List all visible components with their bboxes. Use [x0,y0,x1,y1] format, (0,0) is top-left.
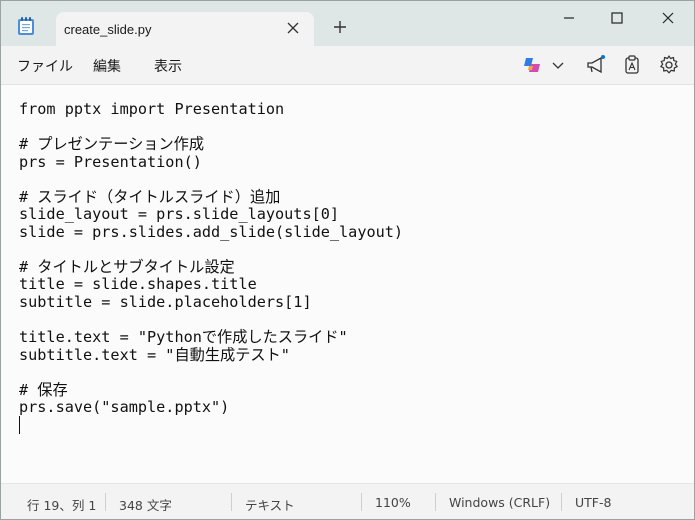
text-editor[interactable]: from pptx import Presentation # プレゼンテーショ… [1,85,694,483]
code-line: # タイトルとサブタイトル設定 [19,257,235,276]
status-divider [105,493,106,511]
code-line: # 保存 [19,380,68,399]
code-line: # プレゼンテーション作成 [19,135,205,154]
tab-title: create_slide.py [64,22,152,37]
status-divider [435,493,436,511]
code-line: subtitle.text = "自動生成テスト" [19,345,290,364]
status-divider [561,493,562,511]
code-line: title.text = "Pythonで作成したスライド" [19,328,348,347]
text-caret [19,416,20,434]
cursor-position: 行 19、列 1 [27,498,97,513]
maximize-icon[interactable] [594,7,640,29]
file-tab[interactable]: create_slide.py [56,12,314,46]
menu-file[interactable]: ファイル [17,56,73,76]
megaphone-icon[interactable] [585,54,607,76]
chevron-down-icon[interactable] [547,54,569,76]
menu-view[interactable]: 表示 [154,56,182,76]
menu-edit[interactable]: 編集 [93,56,121,76]
code-line: slide_layout = prs.slide_layouts[0] [19,205,340,224]
status-bar: 行 19、列 1 348 文字 テキスト 110% Windows (CRLF)… [1,483,694,519]
copilot-icon[interactable] [521,54,543,76]
menu-bar: ファイル 編集 表示 [1,46,694,85]
code-line: prs = Presentation() [19,152,202,171]
code-line: prs.save("sample.pptx") [19,398,230,417]
minimize-icon[interactable] [546,7,592,29]
gear-icon[interactable] [658,54,680,76]
clipboard-icon[interactable] [621,54,643,76]
char-count: 348 文字 [119,498,172,513]
plus-icon[interactable] [331,18,349,36]
close-icon[interactable] [284,19,302,37]
code-text: from pptx import Presentation # プレゼンテーショ… [19,100,404,435]
text-mode: テキスト [245,498,295,513]
line-ending[interactable]: Windows (CRLF) [449,495,550,510]
code-line: title = slide.shapes.title [19,275,257,294]
status-divider [231,493,232,511]
notepad-window: create_slide.py ファイル 編集 表示 from pptx imp… [0,0,695,520]
encoding[interactable]: UTF-8 [575,495,611,510]
status-divider [361,493,362,511]
code-line: from pptx import Presentation [19,100,285,118]
zoom-level[interactable]: 110% [375,495,411,510]
close-window-icon[interactable] [645,7,691,29]
code-line: # スライド（タイトルスライド）追加 [19,187,281,206]
code-line: subtitle = slide.placeholders[1] [19,293,312,312]
code-line: slide = prs.slides.add_slide(slide_layou… [19,222,404,241]
title-bar[interactable]: create_slide.py [1,1,694,46]
notepad-icon [17,16,35,36]
